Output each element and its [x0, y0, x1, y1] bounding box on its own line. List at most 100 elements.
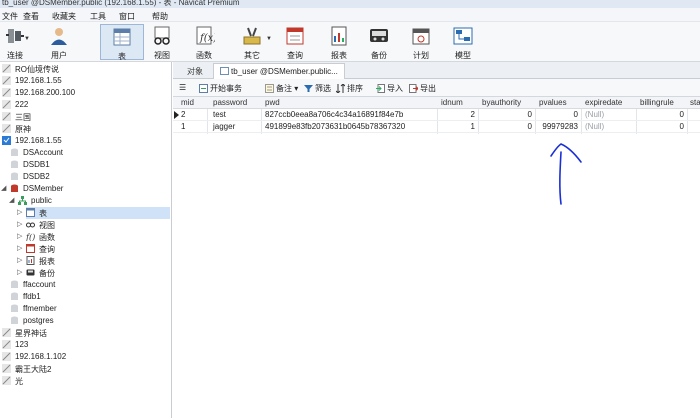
tree-connection[interactable]: RO仙境传说	[2, 63, 170, 75]
backup-button[interactable]: 备份	[364, 24, 394, 60]
sort-button[interactable]: 排序	[336, 83, 363, 94]
query-button[interactable]: 查询	[280, 24, 310, 60]
report-icon	[331, 26, 347, 46]
collapse-arrow-icon[interactable]: ▷	[17, 232, 22, 240]
chevron-down-icon[interactable]: ▼	[266, 36, 272, 42]
filter-button[interactable]: 筛选	[304, 83, 331, 94]
cell-expiredate[interactable]: (Null)	[585, 110, 604, 119]
note-button[interactable]: 备注 ▾	[265, 83, 298, 94]
column-header-pwd[interactable]: pwd	[265, 98, 280, 107]
collapse-arrow-icon[interactable]: ▷	[17, 208, 22, 216]
database-icon	[11, 160, 18, 168]
cell-byauthority[interactable]: 0	[482, 122, 532, 131]
query-icon	[286, 27, 304, 45]
tree-connection[interactable]: 原神	[2, 123, 170, 135]
tree-backups[interactable]: ▷ 备份	[17, 267, 170, 279]
tree-reports[interactable]: ▷ 报表	[17, 255, 170, 267]
tab-tb-user[interactable]: tb_user @DSMember.public...	[213, 63, 345, 79]
svg-text:f(): f()	[26, 233, 35, 241]
menu-tools[interactable]: 工具	[90, 11, 106, 22]
cell-mid[interactable]: 1	[181, 122, 185, 131]
model-button[interactable]: 模型	[448, 24, 478, 60]
expand-arrow-icon[interactable]: ◢	[9, 196, 14, 204]
cell-mid[interactable]: 2	[181, 110, 185, 119]
collapse-arrow-icon[interactable]: ▷	[17, 256, 22, 264]
cell-expiredate[interactable]: (Null)	[585, 122, 604, 131]
user-button[interactable]: 用户	[43, 24, 75, 60]
tree-views[interactable]: ▷ 视图	[17, 219, 170, 231]
view-button[interactable]: 视图	[146, 24, 178, 60]
table-icon	[26, 208, 35, 217]
expand-arrow-icon[interactable]: ◢	[1, 184, 6, 192]
cell-billingrule[interactable]: 0	[640, 122, 684, 131]
tree-functions[interactable]: ▷ f() 函数	[17, 231, 170, 243]
collapse-arrow-icon[interactable]: ▷	[17, 220, 22, 228]
menu-help[interactable]: 帮助	[152, 11, 168, 22]
tree-database-open[interactable]: ◢ DSMember	[1, 183, 170, 195]
tree-tables[interactable]: ▷ 表	[17, 207, 170, 219]
menu-file[interactable]: 文件	[2, 11, 18, 22]
tree-database[interactable]: DSAccount	[10, 147, 170, 159]
connection-icon	[2, 328, 11, 337]
tree-connection[interactable]: 霸王大陆2	[2, 363, 170, 375]
collapse-arrow-icon[interactable]: ▷	[17, 244, 22, 252]
column-header-byauthority[interactable]: byauthority	[482, 98, 521, 107]
connection-button[interactable]: 连接 ▼	[0, 24, 30, 60]
tab-objects[interactable]: 对象	[181, 63, 209, 79]
schedule-button[interactable]: 计划	[406, 24, 436, 60]
column-header-pvalues[interactable]: pvalues	[539, 98, 567, 107]
tree-connection[interactable]: 222	[2, 99, 170, 111]
column-header-mid[interactable]: mid	[181, 98, 194, 107]
table-button[interactable]: 表	[100, 24, 144, 61]
other-button[interactable]: 其它 ▼	[232, 24, 272, 60]
tree-connection[interactable]: 192.168.1.102	[2, 351, 170, 363]
cell-password[interactable]: jagger	[213, 122, 235, 131]
report-button[interactable]: 报表	[324, 24, 354, 60]
tree-queries[interactable]: ▷ 查询	[17, 243, 170, 255]
tree-connection[interactable]: 192.168.1.55	[2, 75, 170, 87]
cell-pwd[interactable]: 491899e83fb2073631b0645b78367320	[265, 122, 405, 131]
column-header-expiredate[interactable]: expiredate	[585, 98, 622, 107]
tree-database[interactable]: ffmember	[10, 303, 170, 315]
collapse-arrow-icon[interactable]: ▷	[17, 268, 22, 276]
menu-favorites[interactable]: 收藏夹	[52, 11, 76, 22]
chevron-down-icon[interactable]: ▼	[24, 36, 30, 42]
tree-connection[interactable]: 三国	[2, 111, 170, 123]
cell-pvalues[interactable]: 99979283	[539, 122, 578, 131]
content-area: 对象 tb_user @DSMember.public... ☰ 开始事务 备注…	[173, 62, 700, 418]
cell-idnum[interactable]: 1	[441, 122, 475, 131]
hamburger-menu-icon[interactable]: ☰	[179, 83, 186, 92]
tree-connection-open[interactable]: 192.168.1.55	[2, 135, 170, 147]
cell-pvalues[interactable]: 0	[539, 110, 578, 119]
cell-pwd[interactable]: 827ccb0eea8a706c4c34a16891f84e7b	[265, 110, 403, 119]
begin-transaction-button[interactable]: 开始事务	[199, 83, 242, 94]
menu-view[interactable]: 查看	[23, 11, 39, 22]
cell-password[interactable]: test	[213, 110, 226, 119]
connection-icon	[2, 112, 11, 121]
export-button[interactable]: 导出	[409, 83, 436, 94]
column-header-sta[interactable]: sta	[690, 98, 700, 107]
tree-database[interactable]: DSDB2	[10, 171, 170, 183]
column-header-idnum[interactable]: idnum	[441, 98, 463, 107]
tree-connection[interactable]: 123	[2, 339, 170, 351]
tree-database[interactable]: DSDB1	[10, 159, 170, 171]
backup-icon	[370, 29, 388, 42]
menu-window[interactable]: 窗口	[119, 11, 135, 22]
import-button[interactable]: 导入	[376, 83, 403, 94]
tree-database[interactable]: postgres	[10, 315, 170, 327]
tree-database[interactable]: ffdb1	[10, 291, 170, 303]
report-icon	[26, 256, 35, 265]
table-row[interactable]: 2 test 827ccb0eea8a706c4c34a16891f84e7b …	[173, 109, 700, 121]
cell-byauthority[interactable]: 0	[482, 110, 532, 119]
column-header-billingrule[interactable]: billingrule	[640, 98, 674, 107]
tree-schema[interactable]: ◢ public	[9, 195, 170, 207]
tree-connection[interactable]: 192.168.200.100	[2, 87, 170, 99]
function-button[interactable]: f(x) 函数	[188, 24, 220, 60]
tree-connection[interactable]: 光	[2, 375, 170, 387]
table-row[interactable]: 1 jagger 491899e83fb2073631b0645b7836732…	[173, 121, 700, 133]
tree-connection[interactable]: 星界神话	[2, 327, 170, 339]
column-header-password[interactable]: password	[213, 98, 247, 107]
cell-idnum[interactable]: 2	[441, 110, 475, 119]
cell-billingrule[interactable]: 0	[640, 110, 684, 119]
tree-database[interactable]: ffaccount	[10, 279, 170, 291]
